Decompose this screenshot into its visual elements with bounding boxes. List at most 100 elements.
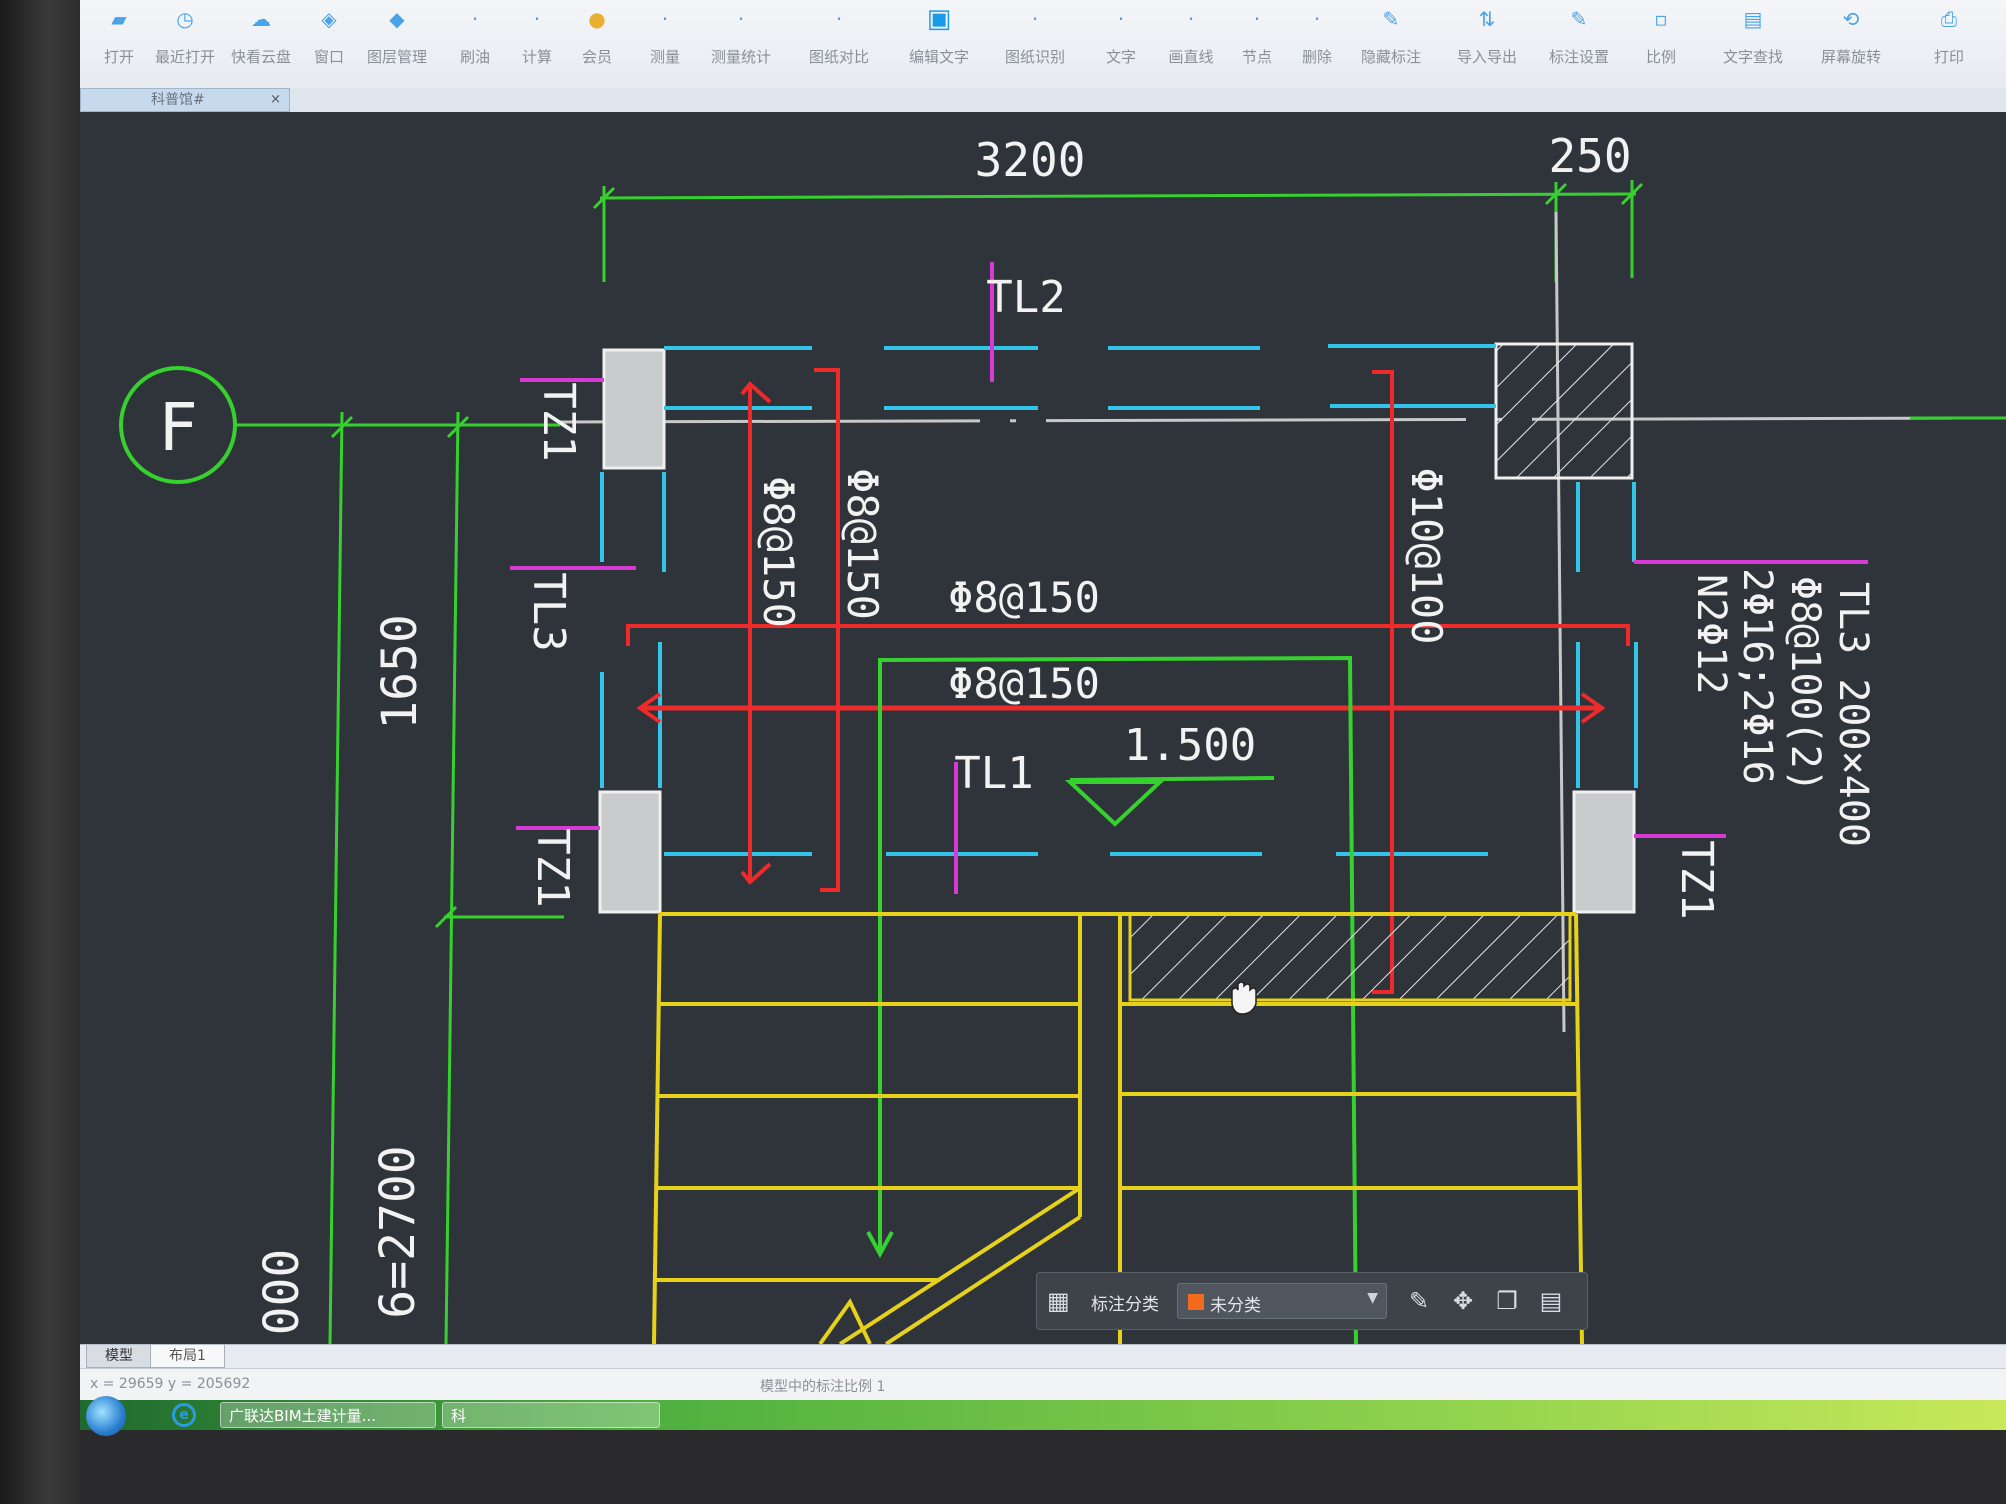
dimension-250: 250 — [1548, 129, 1631, 183]
tool-label: 测量统计 — [710, 48, 771, 66]
dimension-3200: 3200 — [975, 133, 1086, 187]
elevation-label: 1.500 — [1124, 720, 1256, 771]
open-button[interactable]: ▰ 打开 — [82, 6, 156, 82]
status-bar: x = 29659 y = 205692 模型中的标注比例 1 — [80, 1368, 2006, 1401]
label-tz1-bottom-left: TZ1 — [527, 828, 578, 907]
beam-note-line1: TL3 200×400 — [1830, 582, 1876, 847]
cloud-drive-button[interactable]: ☁ 快看云盘 — [224, 6, 298, 82]
taskbar-item-viewer[interactable]: 科 — [442, 1402, 660, 1428]
draw-line-button[interactable]: · 画直线 — [1154, 6, 1228, 82]
rebar-label-h2: Φ8@150 — [948, 659, 1100, 708]
monitor-bezel — [0, 0, 80, 1504]
rebar-label-h1: Φ8@150 — [948, 573, 1100, 622]
brush-icon: · — [471, 7, 479, 31]
edit-icon[interactable]: ✎ — [1403, 1285, 1435, 1317]
import-export-icon: ⇅ — [1478, 7, 1496, 31]
print-button[interactable]: ⎙ 打印 — [1912, 6, 1986, 82]
browser-icon[interactable]: e — [172, 1403, 196, 1427]
paste-icon[interactable]: ▤ — [1535, 1285, 1567, 1317]
tab-layout1[interactable]: 布局1 — [150, 1345, 225, 1368]
edit-text-icon: ▣ — [926, 4, 952, 34]
rebar-label-v3: Φ10@100 — [1402, 467, 1451, 644]
rebar-label-v1: Φ8@150 — [754, 476, 803, 628]
copy-icon[interactable]: ❐ — [1491, 1285, 1523, 1317]
tool-label: 标注设置 — [1548, 48, 1609, 66]
annotation-settings-button[interactable]: ✎ 标注设置 — [1542, 6, 1616, 82]
scale-button[interactable]: ▫ 比例 — [1624, 6, 1698, 82]
dimension-1650: 1650 — [372, 614, 428, 730]
import-export-button[interactable]: ⇅ 导入导出 — [1450, 6, 1524, 82]
compare-button[interactable]: · 图纸对比 — [802, 6, 876, 82]
tool-label: 测量 — [649, 48, 680, 66]
label-tl1: TL1 — [954, 748, 1033, 799]
category-color-swatch — [1188, 1294, 1204, 1310]
annotation-float-toolbar: ▦ 标注分类 未分类 ▼ ✎ ✥ ❐ ▤ — [1036, 1272, 1588, 1330]
line-icon: · — [1187, 7, 1195, 31]
tool-label: 屏幕旋转 — [1820, 48, 1881, 66]
window-icon: ◈ — [321, 7, 337, 31]
column-tz1-top — [602, 348, 666, 470]
rebar-lines — [626, 368, 1630, 994]
delete-button[interactable]: · 删除 — [1280, 6, 1354, 82]
tool-label: 编辑文字 — [908, 48, 969, 66]
ruler-icon: · — [661, 7, 669, 31]
tool-label: 打开 — [103, 48, 134, 66]
document-tab[interactable]: 科普馆# × — [80, 88, 290, 112]
drawing-canvas[interactable]: 3200 250 F 1650 6=2700 000 TL2 TZ1 TL3 T… — [80, 112, 2006, 1344]
tab-model[interactable]: 模型 — [86, 1345, 152, 1368]
move-icon[interactable]: ✥ — [1447, 1285, 1479, 1317]
document-tab-label: 科普馆# — [151, 92, 205, 108]
chevron-down-icon: ▼ — [1367, 1290, 1378, 1306]
measure-stats-button[interactable]: · 测量统计 — [704, 6, 778, 82]
tool-label: 导入导出 — [1456, 48, 1517, 66]
top-dimension: 3200 250 — [592, 129, 1644, 282]
label-tl2: TL2 — [986, 272, 1065, 323]
delete-icon: · — [1313, 7, 1321, 31]
grid-axis-label: F — [158, 389, 198, 466]
tool-label: 画直线 — [1168, 48, 1214, 66]
print-icon: ⎙ — [1941, 7, 1957, 31]
rebar-label-v2: Φ8@150 — [838, 468, 887, 620]
tool-label: 会员 — [581, 48, 612, 66]
tool-label: 图层管理 — [366, 48, 427, 66]
text-button[interactable]: · 文字 — [1084, 6, 1158, 82]
edit-text-button[interactable]: ▣ 编辑文字 — [902, 6, 976, 82]
layer-manager-button[interactable]: ◆ 图层管理 — [360, 6, 434, 82]
tool-label: 快看云盘 — [230, 48, 291, 66]
vip-button[interactable]: ● 会员 — [560, 6, 634, 82]
recognize-button[interactable]: · 图纸识别 — [998, 6, 1072, 82]
beam-markers — [510, 262, 1868, 894]
calc-icon: · — [533, 7, 541, 31]
beam-note-line3: 2Φ16;2Φ16 — [1734, 568, 1780, 785]
text-icon: · — [1117, 7, 1125, 31]
hatched-stair-zone — [1130, 916, 1570, 1000]
start-button[interactable] — [86, 1396, 126, 1436]
tool-label: 删除 — [1301, 48, 1332, 66]
cad-drawing: 3200 250 F 1650 6=2700 000 TL2 TZ1 TL3 T… — [119, 129, 2006, 1344]
annotation-category-dropdown[interactable]: 未分类 ▼ — [1177, 1283, 1387, 1319]
layout-tabs: 模型 布局1 — [80, 1344, 2006, 1369]
beam-note-line2: Φ8@100(2) — [1782, 576, 1828, 793]
beam-note-tl3: TL3 200×400 Φ8@100(2) 2Φ16;2Φ16 N2Φ12 — [1688, 568, 1876, 847]
windows-taskbar: e 广联达BIM土建计量... 科 — [80, 1396, 2006, 1436]
dropdown-value: 未分类 — [1210, 1296, 1261, 1316]
tool-label: 图纸对比 — [808, 48, 869, 66]
recent-open-button[interactable]: ◷ 最近打开 — [148, 6, 222, 82]
measure-button[interactable]: · 测量 — [628, 6, 702, 82]
dimension-2700: 6=2700 — [370, 1145, 426, 1318]
grid-axis-f: F — [119, 366, 2006, 484]
stats-icon: · — [737, 7, 745, 31]
dimension-000: 000 — [254, 1249, 310, 1336]
hide-icon: ✎ — [1382, 7, 1400, 31]
folder-icon: ▰ — [111, 7, 127, 31]
tool-label: 文字 — [1105, 48, 1136, 66]
grid-line-vertical — [1554, 211, 1566, 1033]
taskbar-item-glodon[interactable]: 广联达BIM土建计量... — [220, 1402, 436, 1428]
hide-annotation-button[interactable]: ✎ 隐藏标注 — [1354, 6, 1428, 82]
close-icon[interactable]: × — [270, 89, 281, 111]
window-button[interactable]: ◈ 窗口 — [292, 6, 366, 82]
grid-icon[interactable]: ▦ — [1047, 1287, 1070, 1315]
rotate-screen-button[interactable]: ⟲ 屏幕旋转 — [1814, 6, 1888, 82]
tool-label: 打印 — [1933, 48, 1964, 66]
find-text-button[interactable]: ▤ 文字查找 — [1716, 6, 1790, 82]
